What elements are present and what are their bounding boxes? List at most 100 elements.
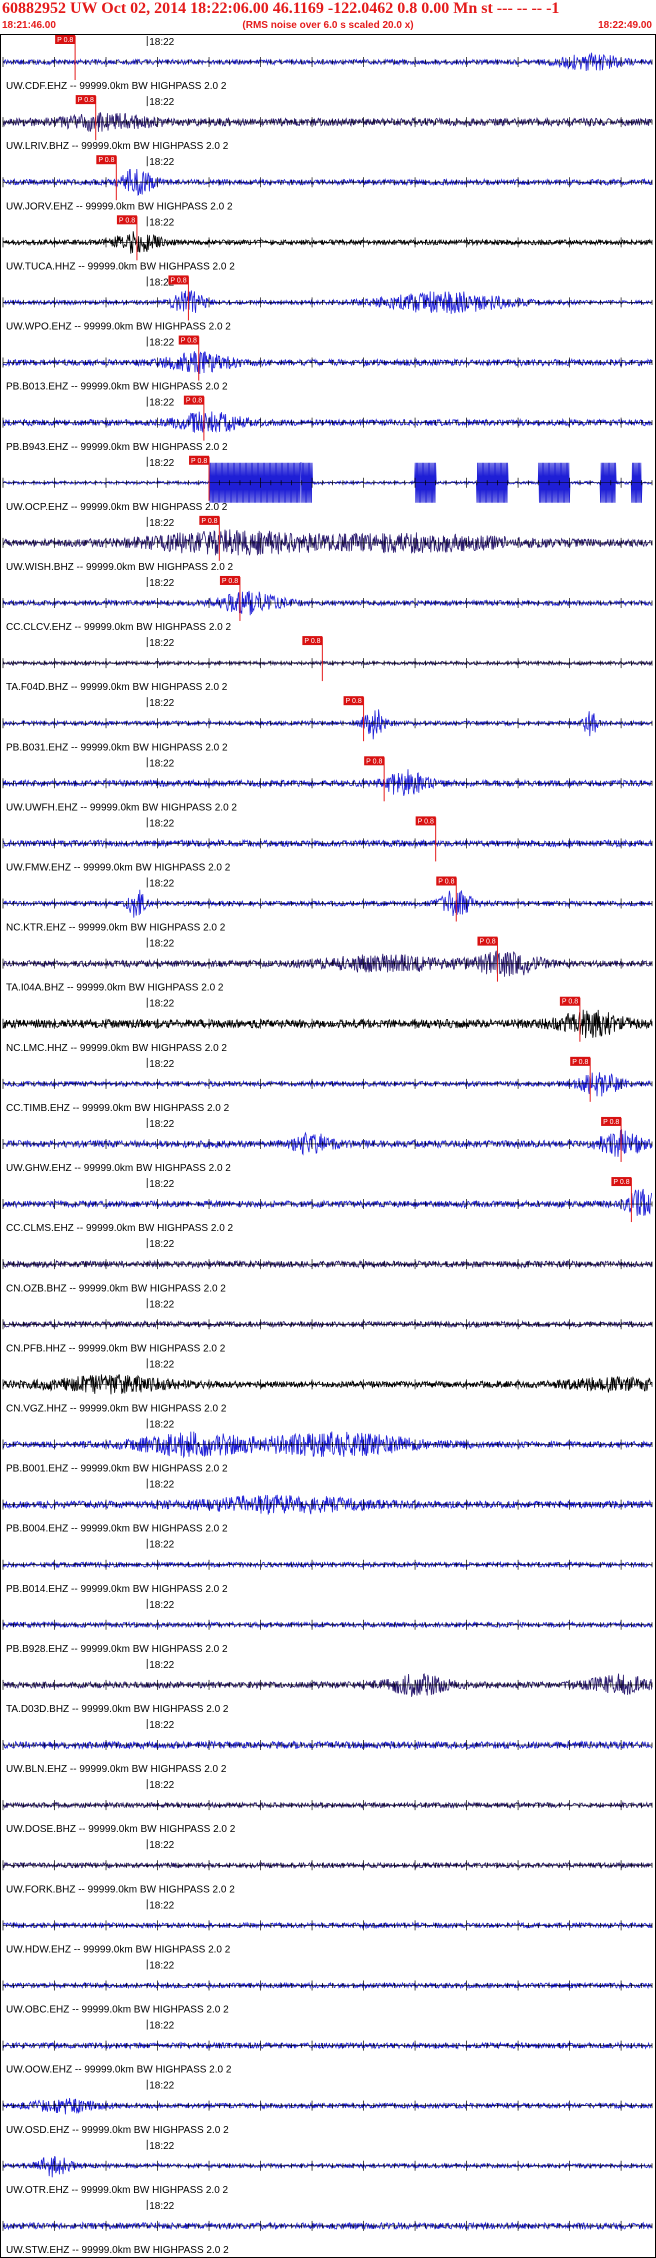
station-label: PB.B014.EHZ -- 99999.0km BW HIGHPASS 2.0… bbox=[6, 1584, 228, 1595]
pick-label: P 0.8 bbox=[613, 1179, 629, 1186]
trace-22: 18:22 CN.VGZ.HHZ -- 99999.0km BW HIGHPASS… bbox=[2, 1358, 653, 1414]
minute-label: 18:22 bbox=[149, 1960, 174, 1971]
minute-label: 18:22 bbox=[149, 1119, 174, 1130]
trace-31: 18:22 UW.HDW.EHZ -- 99999.0km BW HIGHPASS… bbox=[2, 1899, 653, 1955]
station-label: UW.WPO.EHZ -- 99999.0km BW HIGHPASS 2.0 … bbox=[6, 322, 231, 333]
trace-9: 18:22 CC.CLCV.EHZ -- 99999.0km BW HIGHPAS… bbox=[2, 575, 653, 633]
station-label: UW.OSD.EHZ -- 99999.0km BW HIGHPASS 2.0 … bbox=[6, 2125, 229, 2136]
station-label: CN.PFB.HHZ -- 99999.0km BW HIGHPASS 2.0 … bbox=[6, 1343, 226, 1354]
pick-label: P 0.8 bbox=[304, 638, 320, 645]
station-label: UW.BLN.EHZ -- 99999.0km BW HIGHPASS 2.0 … bbox=[6, 1764, 227, 1775]
trace-12: 18:22 UW.UWFH.EHZ -- 99999.0km BW HIGHPAS… bbox=[2, 756, 653, 813]
station-label: CN.OZB.BHZ -- 99999.0km BW HIGHPASS 2.0 … bbox=[6, 1283, 226, 1294]
station-label: UW.WISH.BHZ -- 99999.0km BW HIGHPASS 2.0… bbox=[6, 562, 234, 573]
minute-label: 18:22 bbox=[149, 1540, 174, 1551]
station-label: PB.B013.EHZ -- 99999.0km BW HIGHPASS 2.0… bbox=[6, 382, 228, 393]
trace-21: 18:22 CN.PFB.HHZ -- 99999.0km BW HIGHPASS… bbox=[2, 1298, 653, 1354]
station-label: UW.DOSE.BHZ -- 99999.0km BW HIGHPASS 2.0… bbox=[6, 1824, 236, 1835]
minute-label: 18:22 bbox=[149, 939, 174, 950]
minute-label: 18:22 bbox=[149, 217, 174, 228]
station-label: UW.UWFH.EHZ -- 99999.0km BW HIGHPASS 2.0… bbox=[6, 802, 237, 813]
pick-label: P 0.8 bbox=[222, 578, 238, 585]
minute-label: 18:22 bbox=[149, 698, 174, 709]
pick-label: P 0.8 bbox=[186, 398, 202, 405]
waveform bbox=[2, 411, 652, 433]
station-label: TA.I04A.BHZ -- 99999.0km BW HIGHPASS 2.0… bbox=[6, 983, 224, 994]
pick-label: P 0.8 bbox=[98, 157, 114, 164]
minute-label: 18:22 bbox=[149, 97, 174, 108]
pick-label: P 0.8 bbox=[346, 698, 362, 705]
pick-label: P 0.8 bbox=[57, 37, 73, 44]
minute-label: 18:22 bbox=[149, 1600, 174, 1611]
station-label: UW.JORV.EHZ -- 99999.0km BW HIGHPASS 2.0… bbox=[6, 201, 233, 212]
minute-label: 18:22 bbox=[149, 1359, 174, 1370]
minute-label: 18:22 bbox=[149, 1840, 174, 1851]
pick-label: P 0.8 bbox=[438, 879, 454, 886]
pick-label: P 0.8 bbox=[119, 217, 135, 224]
trace-5: 18:22 PB.B013.EHZ -- 99999.0km BW HIGHPAS… bbox=[2, 335, 653, 393]
minute-label: 18:22 bbox=[149, 879, 174, 890]
waveform bbox=[2, 2097, 652, 2115]
waveform bbox=[2, 1072, 652, 1097]
event-title: 60882952 UW Oct 02, 2014 18:22:06.00 46.… bbox=[2, 0, 560, 17]
station-label: TA.F04D.BHZ -- 99999.0km BW HIGHPASS 2.0… bbox=[6, 682, 228, 693]
station-label: TA.D03D.BHZ -- 99999.0km BW HIGHPASS 2.0… bbox=[6, 1704, 229, 1715]
station-label: UW.HDW.EHZ -- 99999.0km BW HIGHPASS 2.0 … bbox=[6, 1944, 231, 1955]
seismogram-chart: 18:22 UW.CDF.EHZ -- 99999.0km BW HIGHPASS… bbox=[0, 34, 656, 2258]
pick-label: P 0.8 bbox=[170, 277, 186, 284]
trace-4: 18:22UW.WPO.EHZ -- 99999.0km BW HIGHPASS… bbox=[2, 275, 653, 333]
trace-27: 18:22 TA.D03D.BHZ -- 99999.0km BW HIGHPAS… bbox=[2, 1658, 653, 1715]
trace-3: 18:22 UW.TUCA.HHZ -- 99999.0km BW HIGHPAS… bbox=[2, 215, 653, 272]
minute-label: 18:22 bbox=[149, 1660, 174, 1671]
waveform bbox=[2, 709, 652, 740]
minute-label: 18:22 bbox=[149, 518, 174, 529]
station-label: UW.LRIV.BHZ -- 99999.0km BW HIGHPASS 2.0… bbox=[6, 141, 229, 152]
waveform bbox=[2, 769, 652, 796]
station-label: NC.KTR.EHZ -- 99999.0km BW HIGHPASS 2.0 … bbox=[6, 923, 226, 934]
trace-32: 18:22 UW.OBC.EHZ -- 99999.0km BW HIGHPASS… bbox=[2, 1959, 653, 2016]
station-label: UW.TUCA.HHZ -- 99999.0km BW HIGHPASS 2.0… bbox=[6, 261, 235, 272]
waveform bbox=[2, 1188, 652, 1216]
trace-8: 18:22 UW.WISH.BHZ -- 99999.0km BW HIGHPAS… bbox=[2, 515, 653, 573]
trace-0: 18:22 UW.CDF.EHZ -- 99999.0km BW HIGHPASS… bbox=[2, 35, 653, 92]
minute-label: 18:22 bbox=[149, 398, 174, 409]
trace-10: 18:22 TA.F04D.BHZ -- 99999.0km BW HIGHPAS… bbox=[2, 636, 653, 693]
minute-label: 18:22 bbox=[149, 338, 174, 349]
station-label: PB.B943.EHZ -- 99999.0km BW HIGHPASS 2.0… bbox=[6, 442, 228, 453]
trace-33: 18:22 UW.OOW.EHZ -- 99999.0km BW HIGHPASS… bbox=[2, 2019, 653, 2076]
trace-34: 18:22 UW.OSD.EHZ -- 99999.0km BW HIGHPASS… bbox=[2, 2079, 653, 2136]
station-label: PB.B001.EHZ -- 99999.0km BW HIGHPASS 2.0… bbox=[6, 1464, 228, 1475]
pick-label: P 0.8 bbox=[418, 818, 434, 825]
minute-label: 18:22 bbox=[149, 1900, 174, 1911]
trace-15: 18:22 TA.I04A.BHZ -- 99999.0km BW HIGHPAS… bbox=[2, 936, 653, 994]
station-label: UW.OTR.EHZ -- 99999.0km BW HIGHPASS 2.0 … bbox=[6, 2185, 229, 2196]
end-time: 18:22:49.00 bbox=[598, 20, 652, 31]
minute-label: 18:22 bbox=[149, 1780, 174, 1791]
minute-label: 18:22 bbox=[149, 1179, 174, 1190]
station-label: PB.B031.EHZ -- 99999.0km BW HIGHPASS 2.0… bbox=[6, 742, 228, 753]
trace-36: 18:22 UW.STW.EHZ -- 99999.0km BW HIGHPASS… bbox=[2, 2199, 653, 2256]
minute-label: 18:22 bbox=[149, 818, 174, 829]
station-label: PB.B928.EHZ -- 99999.0km BW HIGHPASS 2.0… bbox=[6, 1644, 228, 1655]
minute-label: 18:22 bbox=[149, 37, 174, 48]
minute-label: 18:22 bbox=[149, 2201, 174, 2212]
station-label: UW.OOW.EHZ -- 99999.0km BW HIGHPASS 2.0 … bbox=[6, 2065, 232, 2076]
station-label: UW.CDF.EHZ -- 99999.0km BW HIGHPASS 2.0 … bbox=[6, 81, 227, 92]
pick-label: P 0.8 bbox=[201, 518, 217, 525]
minute-label: 18:22 bbox=[149, 1059, 174, 1070]
minute-label: 18:22 bbox=[149, 2021, 174, 2032]
scale-note: (RMS noise over 6.0 s scaled 20.0 x) bbox=[242, 20, 414, 31]
pick-label: P 0.8 bbox=[78, 97, 94, 104]
minute-label: 18:22 bbox=[149, 1299, 174, 1310]
pick-label: P 0.8 bbox=[181, 338, 197, 345]
pick-label: P 0.8 bbox=[572, 1059, 588, 1066]
trace-24: 18:22 PB.B004.EHZ -- 99999.0km BW HIGHPAS… bbox=[2, 1478, 653, 1535]
minute-label: 18:22 bbox=[149, 578, 174, 589]
waveform bbox=[2, 2155, 652, 2178]
waveform bbox=[2, 1129, 652, 1157]
minute-label: 18:22 bbox=[149, 638, 174, 649]
station-label: CC.CLCV.EHZ -- 99999.0km BW HIGHPASS 2.0… bbox=[6, 622, 232, 633]
trace-19: 18:22 CC.CLMS.EHZ -- 99999.0km BW HIGHPAS… bbox=[2, 1177, 653, 1234]
pick-label: P 0.8 bbox=[603, 1119, 619, 1126]
header: 60882952 UW Oct 02, 2014 18:22:06.00 46.… bbox=[0, 0, 656, 34]
